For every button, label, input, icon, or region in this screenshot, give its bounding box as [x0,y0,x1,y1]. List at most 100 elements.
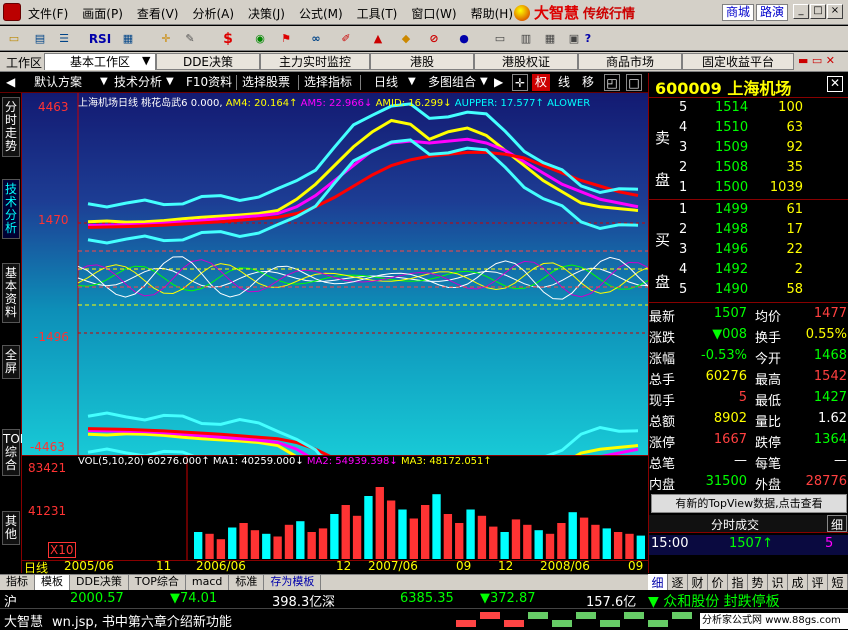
tab-close-icon[interactable]: ▬ ▭ ✕ [798,54,835,67]
volume-chart[interactable]: VOL(5,10,20) 60276.000↑ MA1: 40259.000↓ … [22,455,648,561]
maximize-button[interactable]: □ [810,4,826,19]
line-button[interactable]: 线 [558,74,570,91]
quote-close-icon[interactable]: ✕ [827,76,843,92]
period-daily-button[interactable]: 日线 [374,74,398,91]
tab-fundamental[interactable]: 基本资料 [2,263,20,323]
bid-row[interactable]: 5 1490 58 [649,281,848,301]
price-chart[interactable] [22,93,648,455]
quote-tab-6[interactable]: 识 [768,574,788,590]
tab-hk-warrant[interactable]: 港股权证 [474,53,578,70]
bid-row[interactable]: 3 1496 22 [649,241,848,261]
multi-dropdown-icon[interactable]: ▼ [480,74,488,91]
select-indicator-button[interactable]: 选择指标 [304,74,352,91]
quote-tab-0[interactable]: 细 [648,574,668,590]
period-dropdown-icon[interactable]: ▼ [408,74,416,91]
menu-item-0[interactable]: 文件(F) [28,5,68,22]
tile-icon[interactable]: ▦ [540,29,560,48]
tech-dropdown-icon[interactable]: ▼ [166,74,174,91]
tab-hk-stock[interactable]: 港股 [370,53,474,70]
warning-icon[interactable]: ◆ [396,29,416,48]
bid-row[interactable]: 1 1499 61 [649,201,848,221]
pen-icon[interactable]: ✐ [336,29,356,48]
bottom-tab-4[interactable]: macd [186,575,230,590]
quote-tab-3[interactable]: 价 [708,574,728,590]
folder-icon[interactable]: ▭ [4,29,24,48]
mall-button[interactable]: 商城 [722,4,755,21]
menu-item-3[interactable]: 分析(A) [192,5,234,22]
tab-dde[interactable]: DDE决策 [156,53,260,70]
ask-row[interactable]: 1 1500 1039 [649,179,848,199]
prev-icon[interactable]: ◀ [6,74,15,91]
select-stock-button[interactable]: 选择股票 [242,74,290,91]
menu-item-8[interactable]: 帮助(H) [471,5,513,22]
bottom-tab-1[interactable]: 模板 [35,575,70,590]
ask-row[interactable]: 4 1510 63 [649,119,848,139]
link-icon[interactable]: ◉ [250,29,270,48]
ruler-icon[interactable]: ✎ [180,29,200,48]
news-item[interactable]: ▼ 众和股份 封跌停板 [648,591,780,611]
quote-tab-8[interactable]: 评 [808,574,828,590]
chart-window-icon[interactable]: ▤ [30,29,50,48]
scheme-dropdown-icon[interactable]: ▼ [100,74,108,91]
tab-fixed-income[interactable]: 固定收益平台 [682,53,794,70]
bottom-tab-2[interactable]: DDE决策 [70,575,129,590]
frame-icon[interactable]: ◰ [604,74,620,91]
rights-button[interactable]: 权 [532,74,550,91]
quote-tab-5[interactable]: 势 [748,574,768,590]
menu-item-7[interactable]: 窗口(W) [411,5,456,22]
quote-tab-1[interactable]: 逐 [668,574,688,590]
quote-tab-7[interactable]: 成 [788,574,808,590]
alert-icon[interactable]: ▲ [368,29,388,48]
menu-item-5[interactable]: 公式(M) [299,5,343,22]
quote-tab-2[interactable]: 财 [688,574,708,590]
bid-row[interactable]: 2 1498 17 [649,221,848,241]
crosshair-toggle-icon[interactable]: ✛ [512,74,528,91]
no-icon[interactable]: ⊘ [424,29,444,48]
tab-commodity[interactable]: 商品市场 [578,53,682,70]
tab-main-monitor[interactable]: 主力实时监控 [260,53,370,70]
ask-row[interactable]: 5 1514 100 [649,99,848,119]
tech-analysis-button[interactable]: 技术分析 [114,74,162,91]
tab-top-overview[interactable]: TOP综合 [2,429,27,476]
zoom-icon[interactable]: □ [626,74,642,91]
window-icon[interactable]: ▭ [490,29,510,48]
ask-row[interactable]: 3 1509 92 [649,139,848,159]
app-icon[interactable] [3,3,21,21]
grid-icon[interactable]: ▦ [118,29,138,48]
f10-button[interactable]: F10资料 [186,74,232,91]
menu-item-2[interactable]: 查看(V) [137,5,179,22]
topview-button[interactable]: 有新的TopView数据,点击查看 [651,494,847,513]
minimize-button[interactable]: _ [793,4,809,19]
roadshow-button[interactable]: 路演 [756,4,789,21]
globe-icon[interactable]: ● [454,29,474,48]
multi-chart-button[interactable]: 多图组合 [428,74,476,91]
menu-item-1[interactable]: 画面(P) [82,5,123,22]
bottom-tab-0[interactable]: 指标 [0,575,35,590]
bid-row[interactable]: 4 1492 2 [649,261,848,281]
list-icon[interactable]: ☰ [54,29,74,48]
tick-detail-button[interactable]: 细 [827,515,847,532]
bottom-tab-6[interactable]: 存为模板 [264,575,322,590]
quote-tab-9[interactable]: 短 [828,574,848,590]
close-button[interactable]: × [827,4,843,19]
layout-icon[interactable]: ▥ [516,29,536,48]
tab-basic-workspace[interactable]: 基本工作区 [44,53,156,70]
help-icon[interactable]: ? [578,29,598,48]
menu-item-4[interactable]: 决策(J) [248,5,285,22]
crosshair-icon[interactable]: ✛ [156,29,176,48]
tab-dropdown-icon[interactable]: ▼ [142,54,150,67]
bottom-tab-5[interactable]: 标准 [229,575,265,590]
tab-fullscreen[interactable]: 全屏 [2,345,20,379]
move-button[interactable]: 移 [582,74,594,91]
tab-other[interactable]: 其他 [2,511,20,545]
flag-icon[interactable]: ⚑ [276,29,296,48]
default-scheme-button[interactable]: 默认方案 [34,74,82,91]
menu-item-6[interactable]: 工具(T) [357,5,398,22]
rsi-icon[interactable]: RSI [86,29,114,48]
binoculars-icon[interactable]: ∞ [306,29,326,48]
bottom-tab-3[interactable]: TOP综合 [129,575,186,590]
tab-technical[interactable]: 技术分析 [2,179,20,239]
dollar-icon[interactable]: $ [218,29,238,48]
ask-row[interactable]: 2 1508 35 [649,159,848,179]
next-icon[interactable]: ▶ [494,74,503,91]
